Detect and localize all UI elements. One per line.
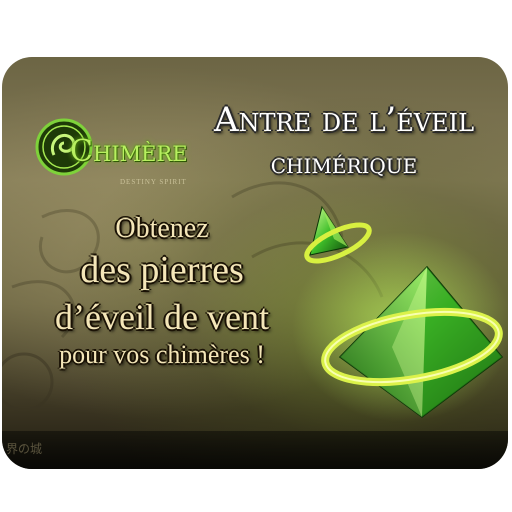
promo-text-line1: Obtenez bbox=[115, 213, 209, 244]
event-title-line2: chimérique bbox=[270, 147, 418, 180]
wind-awakening-stone-icon bbox=[292, 232, 508, 422]
logo-subtitle: DESTINY SPIRIT bbox=[120, 178, 187, 186]
event-banner[interactable]: 界の城 Chimère DESTINY SPIRIT Antre de l’év… bbox=[2, 57, 508, 469]
promo-text-line3: d’éveil de vent bbox=[55, 297, 269, 337]
event-title-line1: Antre de l’éveil bbox=[213, 100, 475, 140]
promo-text-line4: pour vos chimères ! bbox=[59, 340, 265, 369]
promo-text-line2: des pierres bbox=[80, 249, 244, 291]
logo-word: Chimère bbox=[70, 134, 188, 169]
corner-text: 界の城 bbox=[6, 442, 43, 456]
